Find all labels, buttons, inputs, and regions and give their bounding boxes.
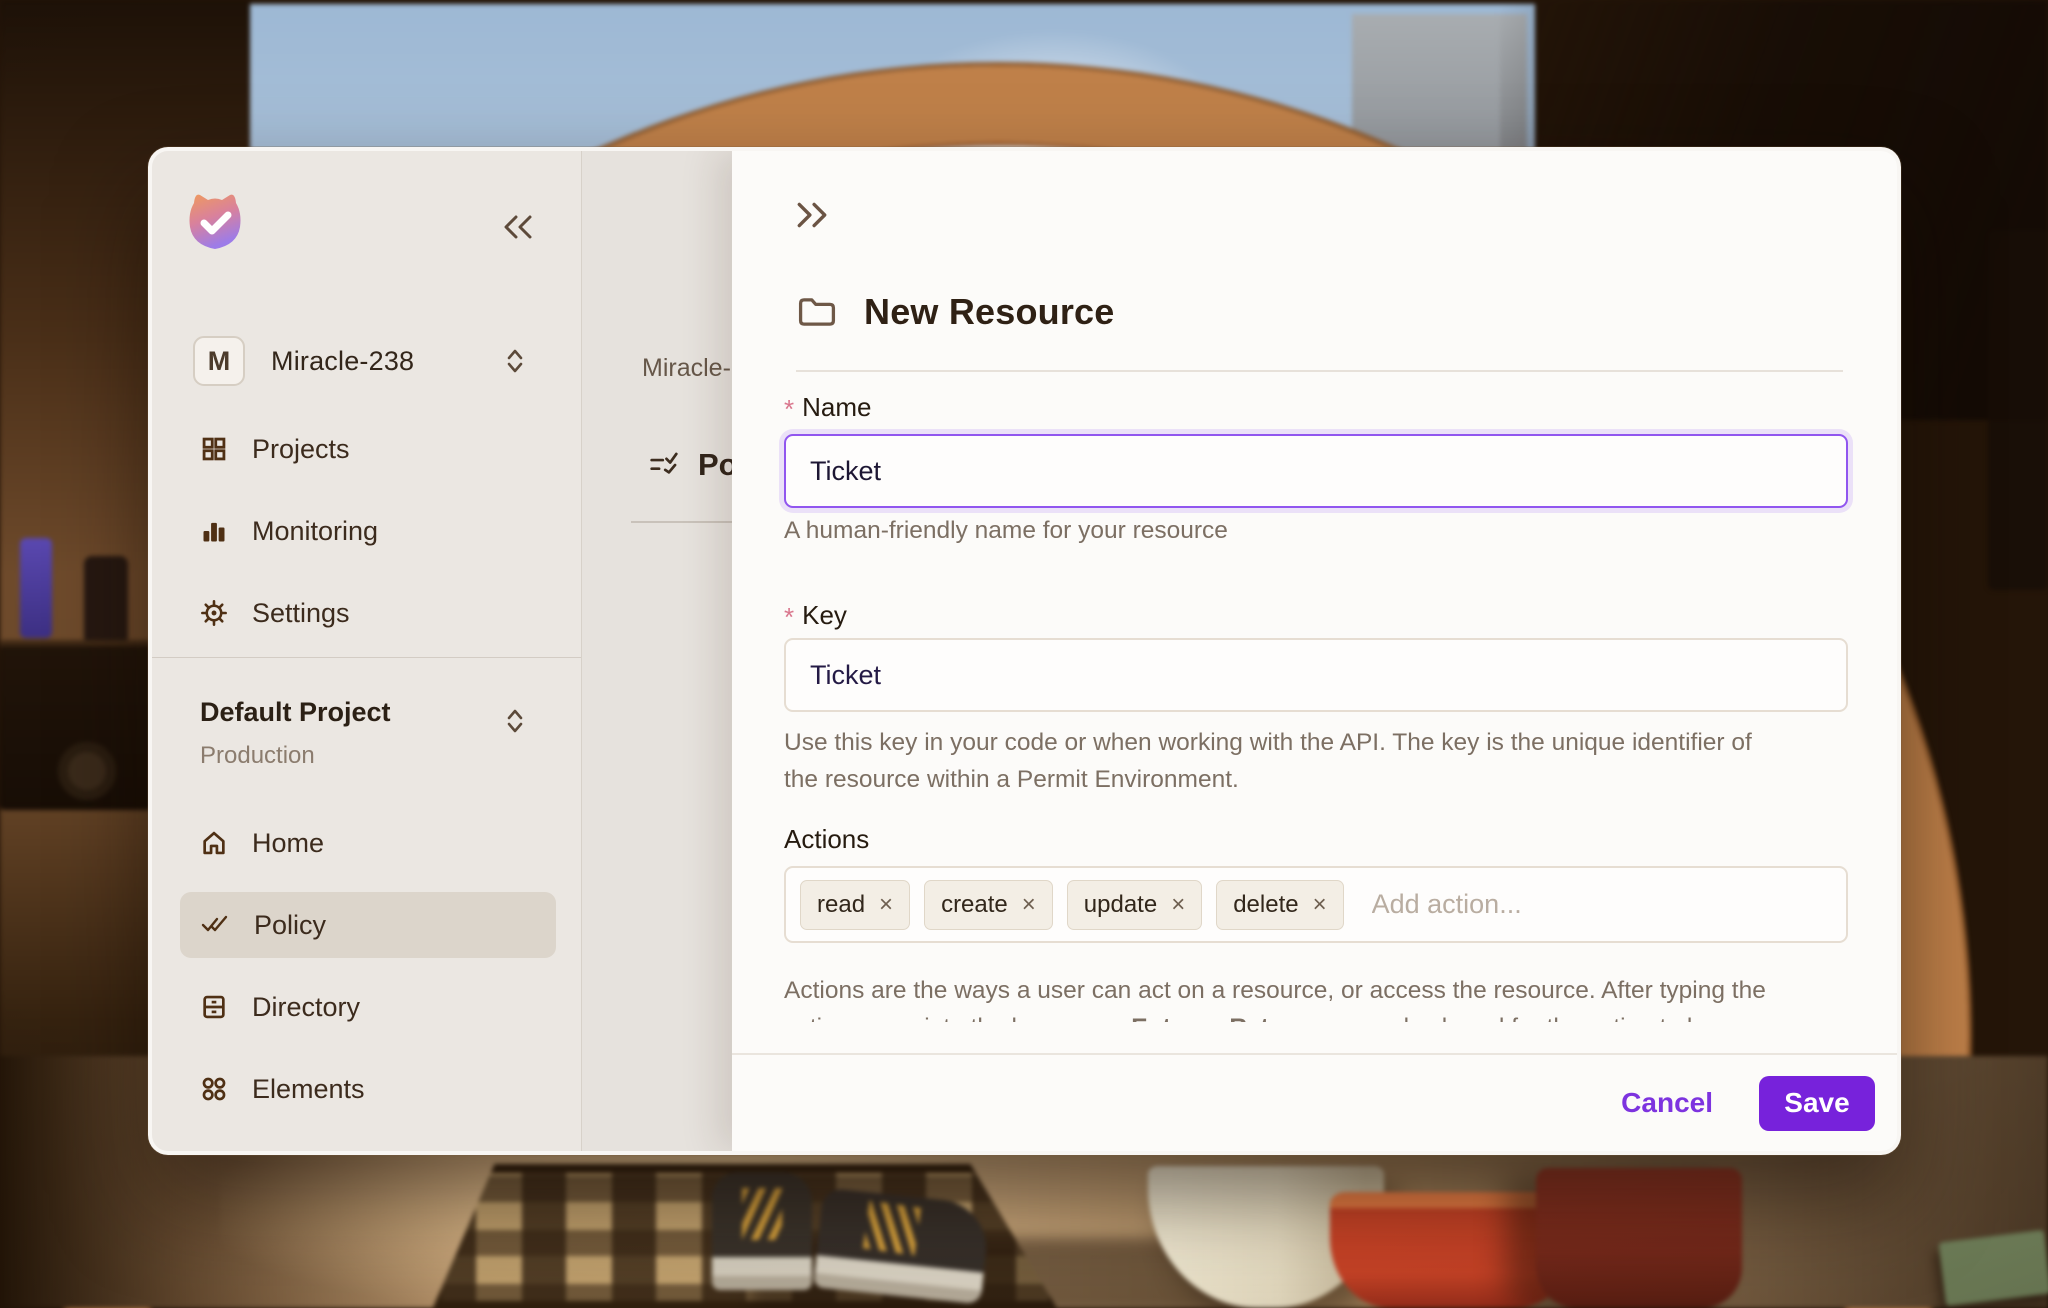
sidebar-item-directory[interactable]: Directory [180,980,556,1034]
sidebar-item-label: Directory [252,991,361,1022]
key-help-text: Use this key in your code or when workin… [784,729,1752,793]
chevron-up-down-icon [504,347,526,375]
sidebar-divider [152,657,581,658]
sidebar: M Miracle-238 Projects Monitoring Settin… [152,151,582,1151]
bar-chart-icon [200,517,228,545]
remove-tag-icon[interactable]: × [1313,892,1327,917]
sidebar-item-home[interactable]: Home [180,816,556,870]
close-drawer-button[interactable] [790,193,834,237]
sidebar-item-label: Home [252,827,325,858]
actions-tag-input[interactable]: read × create × update × delete × Add ac… [784,866,1848,943]
sidebar-item-projects[interactable]: Projects [180,422,556,476]
resource-form: * Name A human-friendly name for your re… [732,372,1897,1022]
name-field-label: Name [802,392,872,422]
key-input[interactable] [784,638,1848,712]
remove-tag-icon[interactable]: × [1022,892,1036,917]
chevrons-left-icon [501,212,535,242]
drawer-footer: Cancel Save [732,1053,1897,1151]
org-name: Miracle-238 [271,345,415,376]
double-check-icon [200,913,230,937]
grid-icon [200,435,228,463]
sidebar-item-label: Policy [254,909,327,940]
sidebar-item-label: Elements [252,1073,365,1104]
action-tag-delete: delete × [1216,879,1344,930]
policy-list-icon [648,449,680,481]
sidebar-item-elements[interactable]: Elements [180,1062,556,1116]
action-tag-create: create × [924,879,1053,930]
project-name: Default Project [200,697,391,727]
project-switcher[interactable]: Default Project Production [200,697,530,770]
sidebar-item-policy[interactable]: Policy [180,892,556,958]
cancel-button[interactable]: Cancel [1621,1087,1713,1119]
collapse-sidebar-button[interactable] [498,207,538,247]
chevron-up-down-icon [504,707,526,735]
sidebar-item-monitoring[interactable]: Monitoring [180,504,556,558]
cabinet-icon [200,993,228,1021]
chevrons-right-icon [794,199,830,231]
page-header-divider [631,521,732,523]
key-field-label: Key [802,600,847,630]
permit-cat-logo [182,189,248,255]
actions-help-clipped-line: action name into the box, press Enter or… [784,1014,1714,1022]
save-button[interactable]: Save [1759,1075,1875,1131]
drawer-title: New Resource [864,291,1115,332]
gear-icon [200,599,228,627]
new-resource-drawer: New Resource * Name A human-friendly nam… [732,151,1897,1151]
actions-field-label: Actions [784,824,870,854]
sidebar-item-settings[interactable]: Settings [180,586,556,640]
remove-tag-icon[interactable]: × [1171,892,1185,917]
sidebar-item-label: Monitoring [252,515,379,546]
org-switcher[interactable]: M Miracle-238 [180,331,554,391]
remove-tag-icon[interactable]: × [879,892,893,917]
add-action-input[interactable] [1371,889,1732,920]
content-page-strip: Miracle- Po [582,151,732,1151]
required-asterisk: * [784,394,795,424]
actions-help-text: Actions are the ways a user can act on a… [784,972,1766,1022]
action-tag-read: read × [800,879,911,930]
page-title: Po [698,447,732,482]
required-asterisk: * [784,602,795,632]
screen: M Miracle-238 Projects Monitoring Settin… [0,0,2048,1308]
four-circles-icon [200,1075,228,1103]
action-tag-update: update × [1066,879,1203,930]
environment-name: Production [200,742,315,769]
name-help-text: A human-friendly name for your resource [784,517,1228,544]
sidebar-item-label: Settings [252,597,350,628]
name-input[interactable] [784,434,1848,508]
home-icon [200,829,228,857]
folder-icon [796,293,838,331]
breadcrumb: Miracle- [642,354,731,382]
app-window: M Miracle-238 Projects Monitoring Settin… [148,147,1901,1155]
sidebar-item-label: Projects [252,433,350,464]
org-avatar: M [193,336,245,386]
